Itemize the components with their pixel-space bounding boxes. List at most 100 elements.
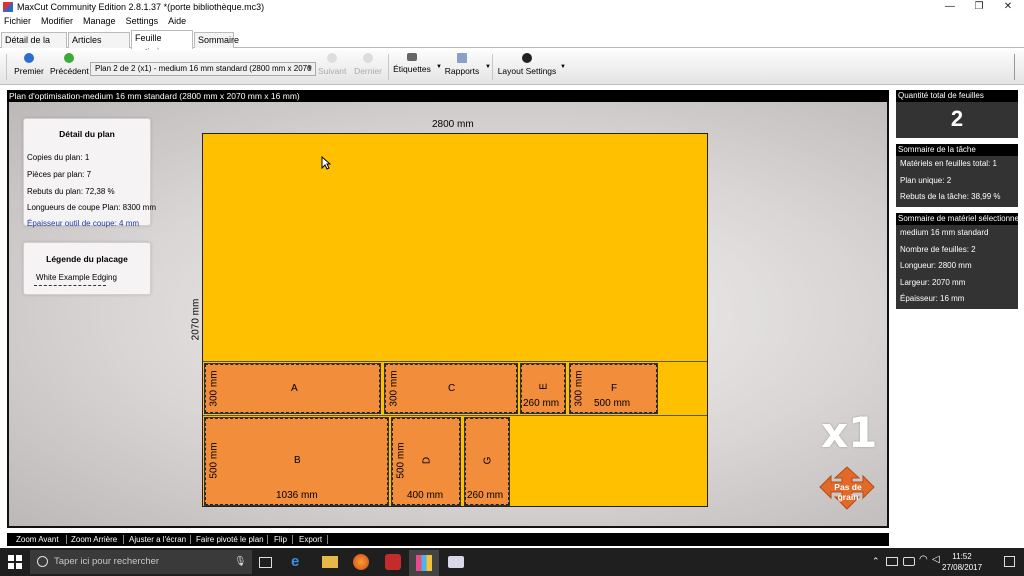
piece-d-height: 500 mm	[395, 442, 407, 479]
plan-pieces: Pièces par plan: 7	[27, 170, 92, 179]
next-button[interactable]: Suivant	[318, 53, 346, 76]
firefox-icon[interactable]	[353, 554, 369, 570]
reports-button[interactable]: Rapports	[444, 53, 480, 76]
menu-bar: Fichier Modifier Manage Settings Aide	[0, 14, 1024, 28]
reports-dropdown-icon[interactable]: ▼	[485, 64, 491, 70]
edging-legend-title: Légende du placage	[46, 254, 128, 264]
menu-aide[interactable]: Aide	[168, 16, 186, 26]
piece-b[interactable]: B 1036 mm 500 mm	[205, 418, 388, 505]
restore-button[interactable]: ❐	[964, 0, 994, 14]
chevron-down-icon: ▼	[306, 65, 313, 72]
action-separator	[327, 535, 328, 544]
app-red-icon[interactable]	[385, 554, 401, 570]
layout-settings-button[interactable]: Layout Settings	[497, 53, 557, 76]
plan-copies: Copies du plan: 1	[27, 153, 90, 162]
menu-manage[interactable]: Manage	[83, 16, 116, 26]
microphone-icon[interactable]: 🎙	[234, 550, 246, 574]
rotate-plan-button[interactable]: Faire pivoté le plan	[196, 533, 264, 546]
flip-button[interactable]: Flip	[274, 533, 287, 546]
piece-g-width: 260 mm	[467, 490, 504, 501]
piece-a[interactable]: A 300 mm	[205, 364, 380, 413]
cut-line	[203, 361, 707, 362]
piece-a-height: 300 mm	[208, 370, 220, 407]
action-separator	[267, 535, 268, 544]
first-button[interactable]: Premier	[14, 53, 44, 76]
menu-settings[interactable]: Settings	[126, 16, 159, 26]
wifi-icon[interactable]: ◠	[919, 554, 928, 565]
piece-f-name: F	[611, 383, 618, 394]
plan-waste: Rebuts du plan: 72,38 %	[27, 187, 115, 196]
material-thickness: Épaisseur: 16 mm	[900, 294, 965, 303]
zoom-out-button[interactable]: Zoom Arrière	[71, 533, 117, 546]
plan-select[interactable]: Plan 2 de 2 (x1) - medium 16 mm standard…	[90, 62, 316, 76]
tab-input-items[interactable]: Articles d'entrée	[68, 32, 130, 59]
piece-b-width: 1036 mm	[276, 490, 318, 501]
tab-sheet-optimizer[interactable]: Feuille optimiser	[131, 30, 193, 57]
piece-g-name: G	[482, 456, 494, 465]
layout-dropdown-icon[interactable]: ▼	[560, 64, 566, 70]
report-icon	[457, 53, 467, 63]
taskbar-clock[interactable]: 11:52 27/08/2017	[942, 551, 982, 573]
piece-d-width: 400 mm	[407, 490, 444, 501]
plan-select-value: Plan 2 de 2 (x1) - medium 16 mm standard…	[95, 64, 312, 73]
last-button[interactable]: Dernier	[353, 53, 383, 76]
title-bar: MaxCut Community Edition 2.8.1.37 *(port…	[0, 0, 1024, 14]
edge-browser-icon[interactable]: e	[291, 554, 307, 570]
windows-start-icon[interactable]	[8, 555, 22, 569]
plan-detail-title: Détail du plan	[59, 129, 115, 139]
sheet-width-label: 2800 mm	[432, 119, 474, 130]
taskbar-search-input[interactable]: Taper ici pour rechercher 🎙	[30, 550, 252, 574]
action-separator	[292, 535, 293, 544]
maxcut-taskbar-button[interactable]	[409, 550, 439, 576]
total-sheets-panel: Quantité total de feuilles 2	[896, 90, 1018, 138]
previous-label: Précédent	[50, 66, 89, 76]
export-button[interactable]: Export	[299, 533, 322, 546]
piece-e-name: E	[538, 383, 550, 390]
last-arrow-icon	[363, 53, 373, 63]
piece-d[interactable]: D 400 mm 500 mm	[392, 418, 460, 505]
task-unique-plans: Plan unique: 2	[900, 175, 952, 185]
piece-g[interactable]: G 260 mm	[465, 418, 509, 505]
grain-label: Pas de grain	[834, 482, 862, 502]
menu-fichier[interactable]: Fichier	[4, 16, 31, 26]
battery-icon[interactable]	[903, 557, 915, 566]
fit-to-screen-button[interactable]: Ajuster a l'écran	[129, 533, 186, 546]
piece-f-height: 300 mm	[573, 370, 585, 407]
piece-f[interactable]: F 500 mm 300 mm	[570, 364, 657, 413]
volume-icon[interactable]: ◁	[932, 554, 940, 565]
piece-e[interactable]: E 260 mm	[521, 364, 565, 413]
previous-button[interactable]: Précédent	[50, 53, 89, 76]
mouse-cursor-icon	[321, 156, 331, 170]
file-explorer-icon[interactable]	[322, 556, 338, 568]
tab-task-detail[interactable]: Détail de la tâche	[1, 32, 67, 59]
piece-d-name: D	[421, 456, 433, 465]
piece-c[interactable]: C 300 mm	[385, 364, 517, 413]
material-name: medium 16 mm standard	[900, 228, 989, 237]
plan-canvas[interactable]: Détail du plan Copies du plan: 1 Pièces …	[7, 102, 889, 528]
app-window-icon[interactable]	[448, 556, 464, 568]
cut-line	[203, 415, 707, 416]
piece-c-name: C	[448, 383, 456, 394]
tray-device-icon[interactable]	[886, 557, 898, 566]
previous-arrow-icon	[64, 53, 74, 63]
edging-line-sample	[34, 285, 106, 286]
menu-modifier[interactable]: Modifier	[41, 16, 73, 26]
show-hidden-icons[interactable]: ⌃	[872, 556, 880, 567]
first-label: Premier	[14, 66, 44, 76]
labels-button[interactable]: Étiquettes	[392, 53, 432, 74]
minimize-button[interactable]: —	[935, 0, 965, 14]
zoom-in-button[interactable]: Zoom Avant	[16, 533, 59, 546]
piece-e-width: 260 mm	[523, 398, 560, 409]
tab-summary[interactable]: Sommaire	[194, 32, 239, 48]
piece-b-height: 500 mm	[208, 442, 220, 479]
sheet[interactable]: A 300 mm C 300 mm E 260 mm F 500 mm 300 …	[202, 133, 708, 507]
clock-time: 11:52	[952, 552, 972, 561]
action-separator	[123, 535, 124, 544]
plan-header: Plan d'optimisation-medium 16 mm standar…	[7, 90, 889, 102]
toolbar: Premier Précédent Plan 2 de 2 (x1) - med…	[0, 50, 1024, 85]
close-button[interactable]: ✕	[993, 0, 1023, 14]
notifications-icon[interactable]	[1004, 556, 1015, 567]
labels-dropdown-icon[interactable]: ▼	[436, 64, 442, 70]
task-view-icon[interactable]	[259, 557, 272, 568]
gear-icon	[522, 53, 532, 63]
